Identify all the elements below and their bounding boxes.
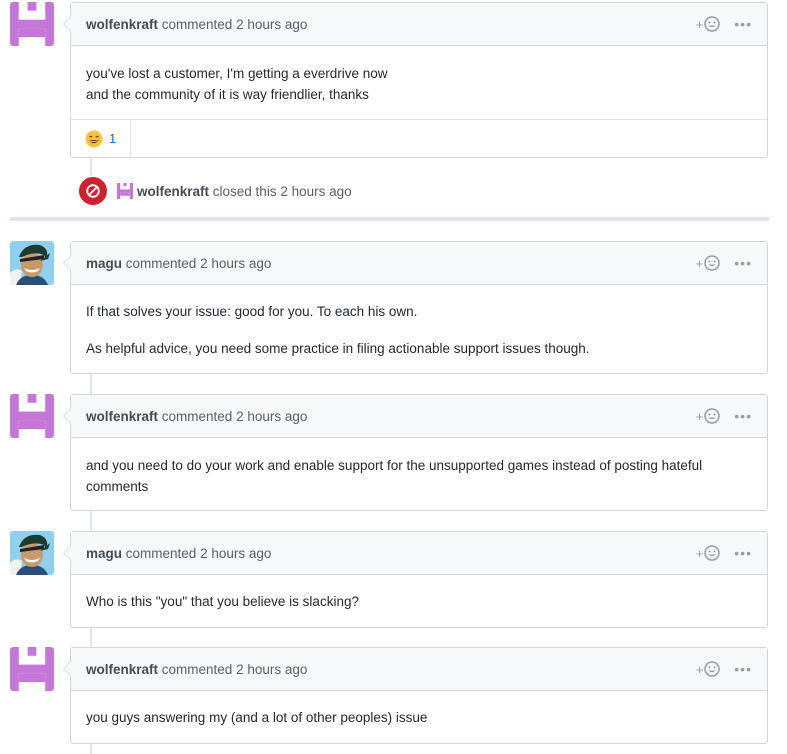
comment-text-line: you've lost a customer, I'm getting a ev… — [86, 66, 388, 81]
more-options-button[interactable]: ••• — [734, 256, 752, 270]
comment-timestamp[interactable]: 2 hours ago — [236, 409, 307, 424]
comment-body: you've lost a customer, I'm getting a ev… — [71, 46, 767, 119]
plus-icon: + — [695, 255, 704, 271]
anime-character-avatar-icon — [10, 241, 54, 285]
avatar[interactable] — [10, 531, 54, 575]
event-avatar[interactable] — [117, 183, 133, 199]
avatar[interactable] — [10, 241, 54, 285]
plus-icon: + — [695, 16, 704, 32]
comment-text: you guys answering my (and a lot of othe… — [86, 710, 428, 725]
add-reaction-icon — [704, 255, 721, 271]
identicon-icon — [10, 647, 54, 691]
comment-author[interactable]: wolfenkraft — [86, 409, 158, 424]
more-options-button[interactable]: ••• — [734, 546, 752, 560]
timeline-divider — [10, 217, 769, 221]
add-reaction-button[interactable]: + — [696, 255, 721, 271]
circle-slash-icon — [86, 184, 100, 198]
reactions-bar: 1 — [71, 119, 767, 157]
event-action: closed this — [212, 183, 277, 199]
timeline-event-closed: wolfenkraft closed this 2 hours ago — [77, 175, 352, 207]
comment-text-line: As helpful advice, you need some practic… — [86, 341, 590, 356]
comment-header: wolfenkraft commented 2 hours ago + ••• — [71, 395, 767, 438]
comment-text-line: and the community of it is way friendlie… — [86, 87, 369, 102]
avatar[interactable] — [10, 2, 54, 46]
comment: magu commented 2 hours ago + ••• Who is … — [63, 531, 768, 628]
comment-action: commented — [161, 16, 233, 32]
comment: wolfenkraft commented 2 hours ago + ••• … — [63, 394, 768, 511]
comment-timestamp[interactable]: 2 hours ago — [236, 17, 307, 32]
add-reaction-button[interactable]: + — [696, 545, 721, 561]
event-timestamp[interactable]: 2 hours ago — [280, 184, 351, 199]
comment-body: If that solves your issue: good for you.… — [71, 285, 767, 370]
more-options-button[interactable]: ••• — [734, 662, 752, 676]
comment-author[interactable]: magu — [86, 256, 122, 271]
more-options-button[interactable]: ••• — [734, 17, 752, 31]
comment-body: and you need to do your work and enable … — [71, 438, 767, 508]
timeline-line — [90, 627, 92, 649]
comment-text-line: If that solves your issue: good for you.… — [86, 304, 418, 319]
add-reaction-icon — [704, 16, 721, 32]
add-reaction-icon — [704, 661, 721, 677]
event-author[interactable]: wolfenkraft — [137, 184, 209, 199]
comment: wolfenkraft commented 2 hours ago + ••• … — [63, 2, 768, 158]
comment-text: Who is this "you" that you believe is sl… — [86, 594, 359, 609]
identicon-icon — [10, 394, 54, 438]
plus-icon: + — [695, 661, 704, 677]
reaction-smile-button[interactable]: 1 — [71, 120, 132, 157]
comment-action: commented — [161, 408, 233, 424]
more-options-button[interactable]: ••• — [734, 409, 752, 423]
timeline-line — [90, 743, 92, 754]
comment-header: wolfenkraft commented 2 hours ago + ••• — [71, 648, 767, 691]
timeline-line — [90, 373, 92, 395]
comment-text: and you need to do your work and enable … — [86, 458, 703, 494]
reaction-count: 1 — [109, 131, 117, 146]
comment-action: commented — [125, 255, 197, 271]
plus-icon: + — [695, 408, 704, 424]
comment-action: commented — [161, 661, 233, 677]
avatar[interactable] — [10, 647, 54, 691]
avatar[interactable] — [10, 394, 54, 438]
comment-header: wolfenkraft commented 2 hours ago + ••• — [71, 3, 767, 46]
add-reaction-icon — [704, 408, 721, 424]
closed-badge — [77, 175, 109, 207]
identicon-icon — [117, 183, 133, 199]
plus-icon: + — [695, 545, 704, 561]
comment: wolfenkraft commented 2 hours ago + ••• … — [63, 647, 768, 744]
comment-header: magu commented 2 hours ago + ••• — [71, 532, 767, 575]
comment-body: Who is this "you" that you believe is sl… — [71, 575, 767, 623]
comment-author[interactable]: magu — [86, 546, 122, 561]
add-reaction-icon — [704, 545, 721, 561]
add-reaction-button[interactable]: + — [696, 408, 721, 424]
anime-character-avatar-icon — [10, 531, 54, 575]
comment-header: magu commented 2 hours ago + ••• — [71, 242, 767, 285]
comment-body: you guys answering my (and a lot of othe… — [71, 691, 767, 739]
comment-timestamp[interactable]: 2 hours ago — [200, 546, 271, 561]
comment-timestamp[interactable]: 2 hours ago — [200, 256, 271, 271]
identicon-icon — [10, 2, 54, 46]
add-reaction-button[interactable]: + — [696, 16, 721, 32]
comment-action: commented — [125, 545, 197, 561]
add-reaction-button[interactable]: + — [696, 661, 721, 677]
comment: magu commented 2 hours ago + ••• If that… — [63, 241, 768, 374]
timeline-line — [90, 510, 92, 532]
comment-timestamp[interactable]: 2 hours ago — [236, 662, 307, 677]
comment-author[interactable]: wolfenkraft — [86, 17, 158, 32]
smile-emoji-icon — [85, 130, 103, 147]
comment-author[interactable]: wolfenkraft — [86, 662, 158, 677]
